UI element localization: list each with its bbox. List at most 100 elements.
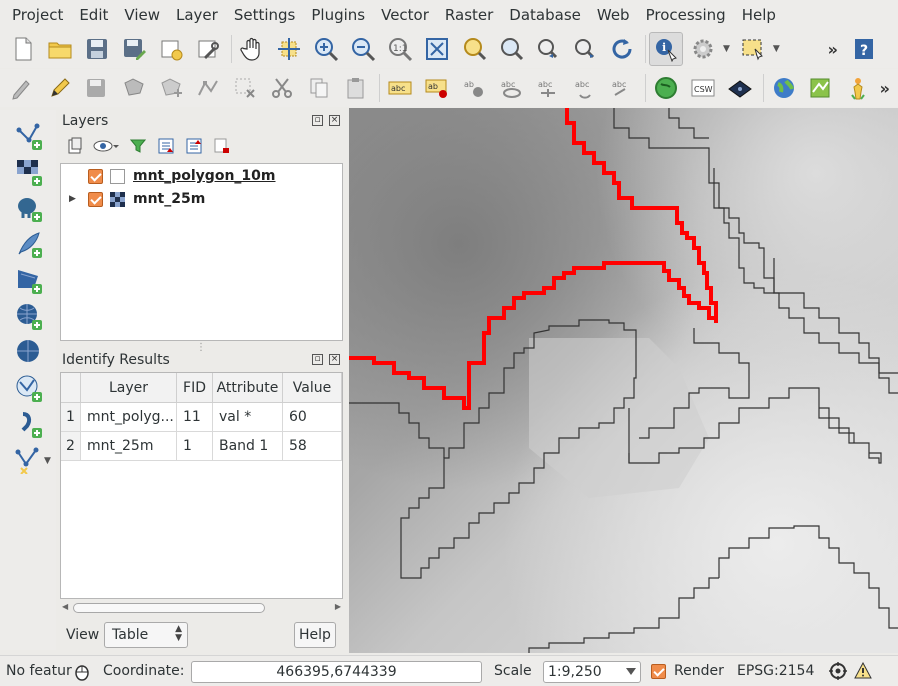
open-project-button[interactable] xyxy=(43,32,77,66)
new-shapefile-button[interactable] xyxy=(13,444,45,476)
python-console-button[interactable] xyxy=(649,71,683,105)
new-layer-dropdown-arrow[interactable]: ▼ xyxy=(44,456,51,466)
grass-tools-button[interactable] xyxy=(804,71,838,105)
menu-view[interactable]: View xyxy=(116,0,168,30)
save-layer-edits-button[interactable] xyxy=(80,71,114,105)
row-number[interactable]: 2 xyxy=(61,432,81,461)
action-dropdown-arrow[interactable]: ▼ xyxy=(723,44,730,54)
identify-float-button[interactable]: ▫ xyxy=(312,354,323,365)
layer-labeling-button[interactable]: abc xyxy=(383,71,417,105)
column-header-attribute[interactable]: Attribute xyxy=(213,373,283,403)
save-as-button[interactable] xyxy=(117,32,151,66)
menu-plugins[interactable]: Plugins xyxy=(303,0,373,30)
filter-legend-button[interactable] xyxy=(124,134,152,158)
horizontal-scrollbar[interactable]: ◀ ▶ xyxy=(60,601,343,615)
current-edits-button[interactable] xyxy=(6,71,40,105)
mouse-toggle-icon[interactable] xyxy=(73,663,91,681)
add-spatialite-layer-button[interactable] xyxy=(13,228,45,260)
zoom-full-button[interactable] xyxy=(420,32,454,66)
identify-features-button[interactable]: i xyxy=(649,32,683,66)
copy-features-button[interactable] xyxy=(302,71,336,105)
crs-status-button[interactable]: EPSG:2154 xyxy=(737,663,814,679)
splitter-handle[interactable]: ⋮ xyxy=(196,342,206,353)
scrollbar-thumb[interactable] xyxy=(73,603,265,613)
menu-web[interactable]: Web xyxy=(589,0,638,30)
layer-diagram-button[interactable]: ab xyxy=(420,71,454,105)
add-wfs-layer-button[interactable] xyxy=(13,372,45,404)
pan-map-button[interactable] xyxy=(235,32,269,66)
table-cell-layer[interactable]: mnt_25m xyxy=(81,432,177,461)
delete-selected-button[interactable] xyxy=(228,71,262,105)
save-project-button[interactable] xyxy=(80,32,114,66)
table-cell-layer[interactable]: mnt_polyg... xyxy=(81,403,177,432)
whats-this-button[interactable]: ? xyxy=(847,32,881,66)
menu-project[interactable]: Project xyxy=(4,0,71,30)
add-raster-layer-button[interactable] xyxy=(13,156,45,188)
move-label-button[interactable]: abc xyxy=(531,71,565,105)
add-wcs-layer-button[interactable] xyxy=(13,336,45,368)
warning-icon[interactable] xyxy=(854,662,872,680)
layer-name[interactable]: mnt_25m xyxy=(133,191,205,207)
rotate-label-button[interactable]: abc xyxy=(568,71,602,105)
scroll-left-arrow[interactable]: ◀ xyxy=(62,602,68,611)
render-checkbox[interactable] xyxy=(651,664,666,679)
layer-row-polygon[interactable]: mnt_polygon_10m xyxy=(61,164,342,188)
pan-to-selection-button[interactable] xyxy=(272,32,306,66)
zoom-out-button[interactable] xyxy=(346,32,380,66)
map-canvas[interactable] xyxy=(349,108,898,653)
new-print-layout-button[interactable] xyxy=(154,32,188,66)
refresh-button[interactable] xyxy=(605,32,639,66)
select-dropdown-arrow[interactable]: ▼ xyxy=(773,44,780,54)
add-wms-layer-button[interactable] xyxy=(13,300,45,332)
select-features-button[interactable] xyxy=(736,32,770,66)
move-feature-button[interactable] xyxy=(154,71,188,105)
zoom-last-button[interactable] xyxy=(531,32,565,66)
view-mode-select[interactable]: Table ▲ ▼ xyxy=(104,622,188,648)
remove-layer-button[interactable] xyxy=(208,134,236,158)
identify-close-button[interactable]: × xyxy=(329,354,340,365)
menu-settings[interactable]: Settings xyxy=(226,0,304,30)
menu-processing[interactable]: Processing xyxy=(638,0,734,30)
zoom-to-layer-button[interactable] xyxy=(494,32,528,66)
scale-combobox[interactable]: 1:9,250 xyxy=(543,661,641,683)
layer-visibility-checkbox[interactable] xyxy=(88,168,103,184)
zoom-native-button[interactable]: 1:1 xyxy=(383,32,417,66)
add-delimited-text-button[interactable] xyxy=(13,408,45,440)
crs-target-icon[interactable] xyxy=(829,662,847,680)
layer-row-raster[interactable]: ▶ mnt_25m xyxy=(61,187,342,211)
layer-name[interactable]: mnt_polygon_10m xyxy=(133,168,276,184)
pin-labels-button[interactable]: ab xyxy=(457,71,491,105)
menu-database[interactable]: Database xyxy=(501,0,589,30)
column-header-fid[interactable]: FID xyxy=(177,373,213,403)
table-cell-value[interactable]: 60 xyxy=(283,403,342,432)
menu-vector[interactable]: Vector xyxy=(373,0,437,30)
zoom-next-button[interactable] xyxy=(568,32,602,66)
add-group-button[interactable] xyxy=(62,134,88,158)
coordinate-input[interactable]: 466395,6744339 xyxy=(191,661,482,683)
menu-help[interactable]: Help xyxy=(734,0,784,30)
menu-raster[interactable]: Raster xyxy=(437,0,501,30)
layout-manager-button[interactable] xyxy=(191,32,225,66)
node-tool-button[interactable] xyxy=(191,71,225,105)
zoom-in-button[interactable] xyxy=(309,32,343,66)
collapse-all-button[interactable] xyxy=(180,134,208,158)
table-cell-attribute[interactable]: Band 1 xyxy=(213,432,283,461)
csw-button[interactable]: CSW xyxy=(686,71,720,105)
add-feature-button[interactable] xyxy=(117,71,151,105)
table-cell-value[interactable]: 58 xyxy=(283,432,342,461)
plugin-user-button[interactable] xyxy=(841,71,875,105)
add-postgis-layer-button[interactable] xyxy=(13,192,45,224)
table-cell-fid[interactable]: 1 xyxy=(177,432,213,461)
help-button[interactable]: Help xyxy=(294,622,336,648)
column-header-layer[interactable]: Layer xyxy=(81,373,177,403)
expand-all-button[interactable] xyxy=(152,134,180,158)
table-cell-fid[interactable]: 11 xyxy=(177,403,213,432)
layers-close-button[interactable]: × xyxy=(329,115,340,126)
change-label-button[interactable]: abc xyxy=(605,71,639,105)
expand-arrow-icon[interactable]: ▶ xyxy=(69,194,88,204)
column-header-index[interactable] xyxy=(61,373,81,403)
menu-layer[interactable]: Layer xyxy=(168,0,226,30)
toolbar-overflow-1[interactable]: » xyxy=(828,40,838,59)
zoom-to-selection-button[interactable] xyxy=(457,32,491,66)
layer-visibility-checkbox[interactable] xyxy=(88,191,103,207)
